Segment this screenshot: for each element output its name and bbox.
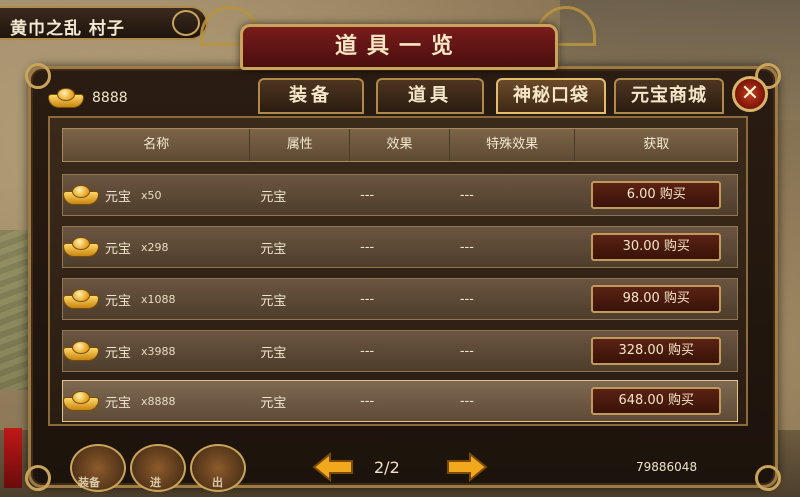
- item-attribute: 元宝: [260, 395, 287, 411]
- buy-button[interactable]: 30.00 购买: [591, 233, 722, 261]
- location-title: 黄巾之乱 村子: [10, 19, 125, 39]
- item-amount: x298: [141, 240, 169, 254]
- item-special-effect: ---: [459, 291, 474, 307]
- total-value: 79886048: [636, 460, 698, 474]
- page-indicator: 2/2: [374, 458, 400, 477]
- buy-cell: 328.00 购买: [576, 331, 738, 371]
- item-special-effect: ---: [459, 343, 474, 359]
- flag-icon: [4, 428, 22, 488]
- item-attribute: 元宝: [260, 241, 287, 257]
- table-row[interactable]: 元宝 x1088 元宝 --- --- 98.00 购买: [62, 278, 738, 320]
- gold-ingot-icon: [48, 88, 84, 108]
- item-attribute: 元宝: [260, 293, 287, 309]
- item-name-cell: 元宝 x298: [63, 227, 250, 267]
- dragon-emblem-icon: [172, 10, 200, 36]
- corner-ornament-icon: [755, 465, 781, 491]
- item-attribute: 元宝: [260, 189, 287, 205]
- tab-items[interactable]: 道具: [376, 78, 484, 114]
- item-name: 元宝: [105, 293, 132, 309]
- item-amount: x1088: [141, 292, 176, 306]
- location-label: 黄巾之乱 村子: [0, 6, 208, 40]
- item-special-effect: ---: [459, 187, 474, 203]
- table-row[interactable]: 元宝 x3988 元宝 --- --- 328.00 购买: [62, 330, 738, 372]
- header-name: 名称: [63, 129, 251, 161]
- item-effect: ---: [360, 393, 375, 409]
- tab-equipment[interactable]: 装备: [258, 78, 364, 114]
- hud-label-in: 进: [150, 476, 161, 489]
- gold-ingot-icon: [63, 289, 99, 309]
- hud-label-equip: 装备: [78, 476, 100, 489]
- item-name-cell: 元宝 x3988: [63, 331, 250, 371]
- item-effect: ---: [360, 343, 375, 359]
- header-attribute: 属性: [250, 129, 351, 161]
- item-table: 名称 属性 效果 特殊效果 获取 元宝 x50 元宝 --- --- 6.00 …: [48, 116, 748, 426]
- gold-ingot-icon: [63, 391, 99, 411]
- item-effect: ---: [360, 291, 375, 307]
- gold-ingot-icon: [63, 341, 99, 361]
- buy-button[interactable]: 328.00 购买: [591, 337, 722, 365]
- item-name-cell: 元宝 x1088: [63, 279, 250, 319]
- corner-ornament-icon: [25, 465, 51, 491]
- tab-ingot-shop[interactable]: 元宝商城: [614, 78, 724, 114]
- item-effect: ---: [360, 187, 375, 203]
- buy-button[interactable]: 6.00 购买: [591, 181, 722, 209]
- item-name: 元宝: [105, 345, 132, 361]
- buy-cell: 98.00 购买: [576, 279, 738, 319]
- gold-ingot-icon: [63, 185, 99, 205]
- hud-label-out: 出: [212, 476, 223, 489]
- table-row-selected[interactable]: 元宝 x8888 元宝 --- --- 648.00 购买: [62, 380, 738, 422]
- table-header: 名称 属性 效果 特殊效果 获取: [62, 128, 738, 162]
- item-amount: x50: [141, 188, 162, 202]
- item-name-cell: 元宝 x8888: [63, 381, 250, 421]
- item-special-effect: ---: [459, 393, 474, 409]
- item-amount: x3988: [141, 344, 176, 358]
- panel-title: 道具一览: [240, 24, 558, 70]
- tab-mystery-bag[interactable]: 神秘口袋: [496, 78, 606, 114]
- item-name: 元宝: [105, 189, 132, 205]
- item-name: 元宝: [105, 395, 132, 411]
- header-effect: 效果: [350, 129, 450, 161]
- close-button[interactable]: ✕: [732, 76, 768, 112]
- item-special-effect: ---: [459, 239, 474, 255]
- gold-display: 8888: [48, 86, 128, 110]
- header-special-effect: 特殊效果: [450, 129, 576, 161]
- buy-cell: 648.00 购买: [576, 381, 738, 421]
- item-effect: ---: [360, 239, 375, 255]
- table-row[interactable]: 元宝 x298 元宝 --- --- 30.00 购买: [62, 226, 738, 268]
- buy-button[interactable]: 98.00 购买: [591, 285, 722, 313]
- buy-button[interactable]: 648.00 购买: [591, 387, 722, 415]
- table-row[interactable]: 元宝 x50 元宝 --- --- 6.00 购买: [62, 174, 738, 216]
- header-acquire: 获取: [643, 137, 670, 152]
- arrow-left-icon[interactable]: [312, 451, 354, 483]
- buy-cell: 30.00 购买: [576, 227, 738, 267]
- arrow-right-icon[interactable]: [446, 451, 488, 483]
- gold-amount: 8888: [92, 90, 128, 106]
- item-attribute: 元宝: [260, 345, 287, 361]
- item-name: 元宝: [105, 241, 132, 257]
- item-name-cell: 元宝 x50: [63, 175, 250, 215]
- buy-cell: 6.00 购买: [576, 175, 738, 215]
- item-amount: x8888: [141, 394, 176, 408]
- gold-ingot-icon: [63, 237, 99, 257]
